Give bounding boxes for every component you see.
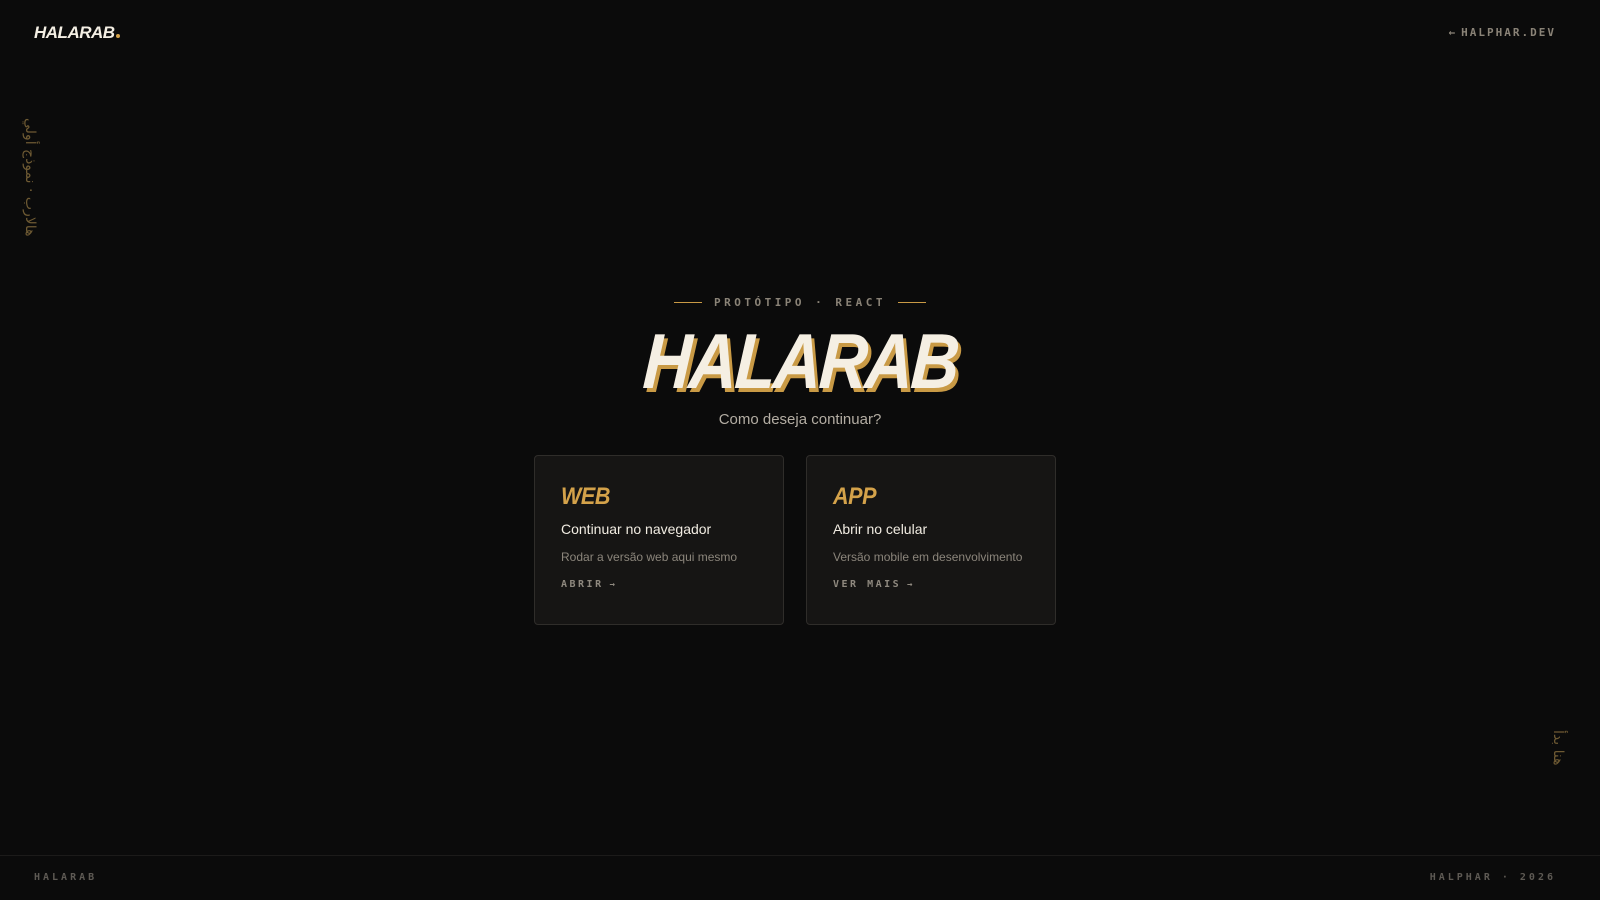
hero-title: HALARAB [640, 317, 960, 405]
web-card-title: Continuar no navegador [561, 521, 712, 537]
brand-dot-icon [115, 34, 120, 38]
right-vertical-arabic-text: هنا بدأ [1550, 730, 1566, 766]
hero-subtitle: Como deseja continuar? [718, 411, 882, 428]
web-card[interactable]: WEB Continuar no navegador Rodar a versã… [534, 455, 784, 625]
web-card-description: Rodar a versão web aqui mesmo [561, 550, 738, 564]
hero-section: PROTÓTIPO · REACT HALARAB Como deseja co… [0, 292, 1600, 430]
footer-brand: HALARAB [34, 872, 98, 883]
see-more-label: VER MAIS [833, 579, 902, 590]
see-more-button[interactable]: VER MAIS → [833, 578, 1029, 592]
arrow-left-icon: ← [1448, 26, 1458, 39]
halphar-dev-link-label: HALPHAR.DEV [1461, 26, 1556, 39]
app-card-tag: APP [833, 483, 877, 510]
footer-copyright: HALPHAR · 2026 [1429, 872, 1556, 883]
arrow-right-icon: → [609, 580, 618, 590]
app-card-description: Versão mobile em desenvolvimento [833, 550, 1023, 564]
arrow-right-icon: → [907, 580, 916, 590]
brand-name: HALARAB [34, 23, 115, 42]
left-vertical-arabic-text: هالارب · نموذج أولي [22, 118, 38, 237]
eyebrow-line-right [898, 301, 927, 303]
brand-logo[interactable]: HALARAB [34, 22, 120, 44]
eyebrow-line-left [673, 301, 702, 303]
footer: HALARAB HALPHAR · 2026 [0, 855, 1600, 900]
app-card[interactable]: APP Abrir no celular Versão mobile em de… [806, 455, 1056, 625]
halphar-dev-link[interactable]: ← HALPHAR.DEV [1449, 26, 1556, 40]
open-web-button[interactable]: ABRIR → [561, 578, 757, 592]
open-web-label: ABRIR [561, 579, 604, 590]
eyebrow-text: PROTÓTIPO · REACT [713, 295, 887, 309]
app-card-title: Abrir no celular [833, 521, 928, 537]
eyebrow: PROTÓTIPO · REACT [673, 292, 927, 312]
choice-cards: WEB Continuar no navegador Rodar a versã… [534, 455, 1056, 625]
web-card-tag: WEB [561, 483, 611, 510]
